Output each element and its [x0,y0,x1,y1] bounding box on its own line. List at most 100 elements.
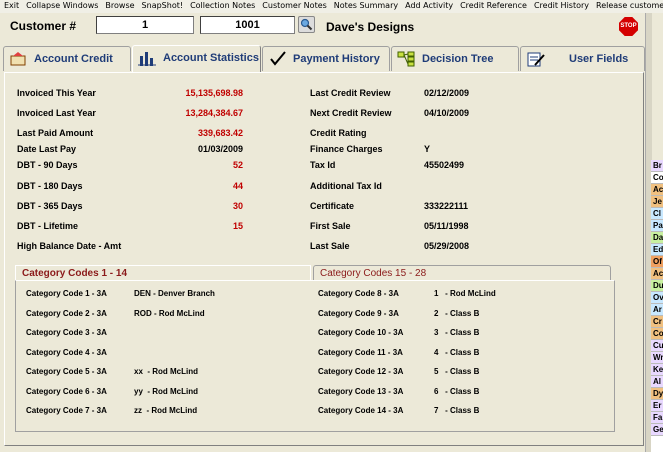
side-strip-item[interactable]: Cu [651,340,663,352]
tab-category-codes-1-14[interactable]: Category Codes 1 - 14 [15,265,311,281]
search-button[interactable] [298,16,315,33]
checkmark-icon [270,51,286,66]
category-code-value[interactable]: 2 - Class B [434,309,479,318]
category-code-value[interactable]: zz - Rod McLind [134,406,197,415]
tab-category-codes-15-28[interactable]: Category Codes 15 - 28 [313,265,611,281]
category-code-value[interactable]: DEN - Denver Branch [134,289,215,298]
tab-label: Payment History [293,53,380,65]
tree-icon [397,51,415,67]
stat-label: Invoiced This Year [17,88,96,98]
side-strip-item[interactable]: Pa [651,220,663,232]
side-strip-item[interactable]: Ac [651,268,663,280]
stat-value: 13,284,384.67 [185,108,243,118]
menu-item[interactable]: Browse [101,0,137,10]
category-code-label: Category Code 2 - 3A [26,309,107,318]
menu-item[interactable]: Exit [0,0,22,10]
category-code-value[interactable]: xx - Rod McLind [134,367,198,376]
company-name: Dave's Designs [326,20,415,34]
category-code-value[interactable]: 4 - Class B [434,348,479,357]
stat-value: 52 [232,160,243,170]
stat-value: 01/03/2009 [197,144,243,154]
stat-value: 02/12/2009 [424,88,470,98]
stat-label: DBT - 365 Days [17,201,83,211]
category-code-label: Category Code 5 - 3A [26,367,107,376]
side-strip-item[interactable]: Du [651,280,663,292]
side-strip-item[interactable]: Ed [651,244,663,256]
category-code-label: Category Code 10 - 3A [318,328,404,337]
menu-item[interactable]: Notes Summary [330,0,401,10]
side-strip-item[interactable]: Ke [651,364,663,376]
tab-account-credit[interactable]: Account Credit [3,46,131,71]
stat-value: 44 [232,181,243,191]
stat-value: 05/29/2008 [424,241,470,251]
stat-value: 15,135,698.98 [185,88,243,98]
category-code-value[interactable]: 6 - Class B [434,387,479,396]
category-code-label: Category Code 14 - 3A [318,406,404,415]
menu-item[interactable]: SnapShot! [138,0,187,10]
side-strip-item[interactable]: Co [651,172,663,184]
tab-label: Account Statistics [163,52,259,64]
tab-payment-history[interactable]: Payment History [262,46,390,71]
tab-account-statistics[interactable]: Account Statistics [132,45,261,72]
search-icon [300,18,313,31]
side-strip-item[interactable]: Er [651,400,663,412]
side-strip-item[interactable]: Cr [651,316,663,328]
stat-label: Finance Charges [310,144,383,154]
category-codes-panel: Category Code 1 - 3A DEN - Denver Branch C… [15,280,615,432]
menu-item[interactable]: Customer Notes [258,0,330,10]
category-code-label: Category Code 8 - 3A [318,289,399,298]
category-code-label: Category Code 12 - 3A [318,367,404,376]
stat-value: 333222111 [424,201,469,211]
stat-label: High Balance Date - Amt [17,241,122,251]
category-code-label: Category Code 3 - 3A [26,328,107,337]
customer-number-field-2[interactable]: 1001 [200,16,295,34]
category-code-label: Category Code 1 - 3A [26,289,107,298]
menu-item[interactable]: Collection Notes [186,0,258,10]
stat-label: Certificate [310,201,355,211]
category-code-value[interactable]: 1 - Rod McLind [434,289,496,298]
side-strip-item[interactable]: Br [651,160,663,172]
customer-number-field-1[interactable]: 1 [96,16,194,34]
stat-label: Date Last Pay [17,144,77,154]
category-code-value[interactable]: 7 - Class B [434,406,479,415]
stat-label: DBT - 180 Days [17,181,83,191]
category-code-value[interactable]: 3 - Class B [434,328,479,337]
category-code-value[interactable]: ROD - Rod McLind [134,309,205,318]
stat-label: Next Credit Review [310,108,392,118]
side-strip-item[interactable]: Dy [651,388,663,400]
side-strip-item[interactable]: Je [651,196,663,208]
side-strip-item[interactable]: Wr [651,352,663,364]
category-code-value[interactable]: 5 - Class B [434,367,479,376]
side-strip-item[interactable]: Da [651,232,663,244]
menu-item[interactable]: Add Activity [401,0,456,10]
tab-decision-tree[interactable]: Decision Tree [391,46,519,71]
stat-value: Y [424,144,431,154]
side-strip-item[interactable]: Cl [651,208,663,220]
side-strip-item[interactable]: Ge [651,424,663,436]
menu-item[interactable]: Credit History [530,0,592,10]
stat-label: Additional Tax Id [310,181,382,191]
side-strip-item[interactable]: Ov [651,292,663,304]
menu-item[interactable]: Release customer from Hold - C1 [592,0,663,10]
category-code-label: Category Code 13 - 3A [318,387,404,396]
menu-item[interactable]: Collapse Windows [22,0,101,10]
stat-label: DBT - 90 Days [17,160,78,170]
main-tabs: Account Credit Account Statistics Paymen… [0,45,645,72]
category-tabs: Category Codes 1 - 14 Category Codes 15 … [15,265,615,281]
customer-header: Customer # 1 1001 Dave's Designs STOP [0,13,663,41]
bar-chart-icon [138,52,156,66]
tab-user-fields[interactable]: User Fields [520,46,645,71]
customer-label: Customer # [10,19,77,33]
side-strip-item[interactable]: Fa [651,412,663,424]
tab-label: User Fields [569,53,629,65]
side-strip-item[interactable]: Ar [651,304,663,316]
side-strip-item[interactable]: Al [651,376,663,388]
account-credit-icon [10,52,26,66]
side-strip-item[interactable]: Ac [651,184,663,196]
stop-button[interactable]: STOP [619,17,638,36]
side-strip-item[interactable]: Of [651,256,663,268]
menu-item[interactable]: Credit Reference [456,0,530,10]
side-strip-item[interactable]: Co [651,328,663,340]
category-code-value[interactable]: yy - Rod McLind [134,387,198,396]
stat-label: First Sale [310,221,351,231]
